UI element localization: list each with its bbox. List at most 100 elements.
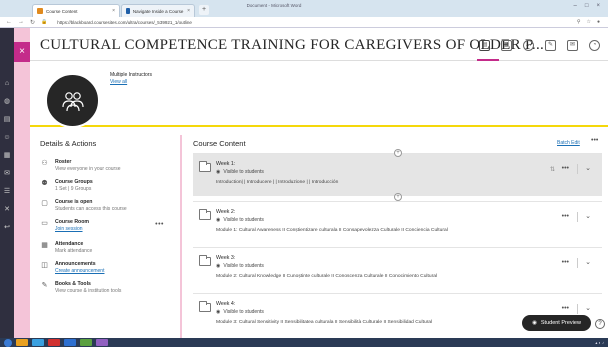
week-title[interactable]: Week 3: bbox=[216, 255, 235, 261]
url-field[interactable]: https://blackboard.coursesites.com/ultra… bbox=[57, 20, 192, 25]
signout-rail-icon[interactable]: ↩ bbox=[3, 224, 11, 232]
calendar-icon[interactable]: ▦ bbox=[501, 40, 512, 51]
messages-rail-icon[interactable]: ✉ bbox=[3, 170, 11, 178]
institution-icon[interactable]: ⌂ bbox=[3, 80, 11, 88]
courses-icon[interactable]: ▤ bbox=[3, 116, 11, 124]
course-title: CULTURAL COMPETENCE TRAINING FOR CAREGIV… bbox=[40, 37, 545, 53]
start-button-icon[interactable] bbox=[4, 338, 12, 347]
week-title[interactable]: Week 2: bbox=[216, 209, 235, 215]
visibility-label[interactable]: Visible to students bbox=[223, 217, 264, 223]
zoom-icon[interactable]: ⚲ bbox=[577, 19, 581, 25]
divider bbox=[577, 212, 578, 222]
course-room-item[interactable]: ▭ Course Room Join session bbox=[40, 219, 172, 232]
taskbar-app-icon[interactable] bbox=[32, 339, 44, 346]
attendance-title: Attendance bbox=[55, 241, 84, 247]
minimize-icon[interactable]: – bbox=[574, 3, 577, 9]
folder-icon bbox=[199, 209, 211, 220]
taskbar-app-icon[interactable] bbox=[16, 339, 28, 346]
week-row[interactable]: Week 1: ◉ Visible to students Introductio… bbox=[193, 153, 602, 196]
folder-icon bbox=[199, 301, 211, 312]
week-title[interactable]: Week 4: bbox=[216, 301, 235, 307]
taskbar-app-icon[interactable] bbox=[48, 339, 60, 346]
join-session-link[interactable]: Join session bbox=[55, 226, 89, 232]
messages-icon[interactable]: ✉ bbox=[567, 40, 578, 51]
visibility-label[interactable]: Visible to students bbox=[223, 169, 264, 175]
course-room-more-button[interactable]: ••• bbox=[155, 221, 164, 228]
course-open-item[interactable]: ▢ Course is open Students can access thi… bbox=[40, 199, 172, 212]
week-description: Module 3: Cultural Sensitivity II Sensib… bbox=[216, 320, 433, 325]
week-description: Module 1: Cultural Awareness II Conștien… bbox=[216, 228, 448, 233]
books-tools-item[interactable]: ✎ Books & Tools View course & institutio… bbox=[40, 281, 172, 294]
attendance-item[interactable]: ▦ Attendance Mark attendance bbox=[40, 241, 172, 254]
help-icon[interactable]: ? bbox=[595, 319, 605, 329]
outline-icon[interactable]: ▤ bbox=[479, 40, 490, 51]
attendance-icon: ▦ bbox=[41, 242, 48, 249]
globe-icon[interactable]: ◍ bbox=[3, 98, 11, 106]
announcements-item[interactable]: ◫ Announcements Create announcement bbox=[40, 261, 172, 274]
gradebook-icon[interactable]: ✎ bbox=[545, 40, 556, 51]
add-content-icon[interactable]: + bbox=[394, 193, 402, 201]
close-tab-icon[interactable]: × bbox=[112, 8, 115, 14]
reorder-icon[interactable]: ⇅ bbox=[550, 166, 555, 173]
books-tools-sub: View course & institution tools bbox=[55, 288, 122, 294]
discussion-icon[interactable]: … bbox=[523, 40, 534, 51]
add-content-icon[interactable]: + bbox=[394, 149, 402, 157]
eye-icon: ◉ bbox=[216, 169, 221, 175]
analytics-icon[interactable]: ◔ bbox=[589, 40, 600, 51]
tools-icon: ✎ bbox=[41, 282, 48, 289]
week-title[interactable]: Week 1: bbox=[216, 161, 235, 167]
week-more-button[interactable]: ••• bbox=[562, 165, 569, 172]
course-header: CULTURAL COMPETENCE TRAINING FOR CAREGIV… bbox=[30, 28, 608, 61]
taskbar-app-icon[interactable] bbox=[80, 339, 92, 346]
week-more-button[interactable]: ••• bbox=[562, 213, 569, 220]
maximize-icon[interactable]: □ bbox=[585, 3, 589, 9]
visibility-label[interactable]: Visible to students bbox=[223, 263, 264, 269]
grades-rail-icon[interactable]: ☰ bbox=[3, 188, 11, 196]
course-open-title: Course is open bbox=[55, 199, 93, 205]
course-open-sub: Students can access this course bbox=[55, 206, 127, 212]
back-icon[interactable]: ← bbox=[6, 19, 12, 25]
taskbar-app-icon[interactable] bbox=[96, 339, 108, 346]
forward-icon[interactable]: → bbox=[18, 19, 24, 25]
create-announcement-link[interactable]: Create announcement bbox=[55, 268, 104, 274]
window-controls: – □ × bbox=[574, 3, 600, 9]
roster-item[interactable]: ⚇ Roster View everyone in your course bbox=[40, 159, 172, 172]
roster-title: Roster bbox=[55, 159, 72, 165]
chevron-down-icon[interactable]: ⌄ bbox=[585, 164, 591, 172]
chevron-down-icon[interactable]: ⌄ bbox=[585, 258, 591, 266]
content-more-button[interactable]: ••• bbox=[591, 137, 598, 144]
eye-icon: ◉ bbox=[216, 309, 221, 315]
roster-sub: View everyone in your course bbox=[55, 166, 121, 172]
divider bbox=[577, 304, 578, 314]
week-more-button[interactable]: ••• bbox=[562, 305, 569, 312]
course-room-title: Course Room bbox=[55, 219, 90, 225]
star-icon[interactable]: ☆ bbox=[586, 19, 590, 25]
left-navigation-rail: ⌂ ◍ ▤ ☺ ▦ ✉ ☰ ✕ ↩ bbox=[0, 28, 14, 338]
tools-rail-icon[interactable]: ✕ bbox=[3, 206, 11, 214]
view-all-link[interactable]: View all bbox=[110, 79, 127, 85]
week-row[interactable]: Week 2: ◉ Visible to students Module 1: C… bbox=[193, 201, 602, 245]
people-icon[interactable]: ☺ bbox=[3, 134, 11, 142]
close-window-icon[interactable]: × bbox=[596, 3, 600, 9]
divider bbox=[577, 258, 578, 268]
profile-icon[interactable]: ● bbox=[597, 19, 600, 25]
calendar-rail-icon[interactable]: ▦ bbox=[3, 152, 11, 160]
student-preview-button[interactable]: ◉ Student Preview bbox=[522, 315, 591, 331]
system-tray[interactable]: ▴ ◐ ♪ bbox=[595, 340, 608, 345]
course-content-panel: Course Content Batch Edit ••• Week 1: ◉ V… bbox=[182, 135, 608, 340]
close-tab-icon[interactable]: × bbox=[187, 8, 190, 14]
reload-icon[interactable]: ↻ bbox=[30, 19, 35, 26]
groups-sub: 1 Set | 9 Groups bbox=[55, 186, 92, 192]
week-row[interactable]: Week 3: ◉ Visible to students Module 2: C… bbox=[193, 247, 602, 291]
visibility-label[interactable]: Visible to students bbox=[223, 309, 264, 315]
week-more-button[interactable]: ••• bbox=[562, 259, 569, 266]
chevron-down-icon[interactable]: ⌄ bbox=[585, 212, 591, 220]
groups-title: Course Groups bbox=[55, 179, 93, 185]
instructors-avatar[interactable] bbox=[45, 73, 100, 128]
batch-edit-link[interactable]: Batch Edit bbox=[557, 140, 580, 146]
close-course-button[interactable]: × bbox=[14, 42, 30, 62]
course-groups-item[interactable]: ⚉ Course Groups 1 Set | 9 Groups bbox=[40, 179, 172, 192]
chevron-down-icon[interactable]: ⌄ bbox=[585, 304, 591, 312]
taskbar-app-icon[interactable] bbox=[64, 339, 76, 346]
divider bbox=[577, 164, 578, 174]
